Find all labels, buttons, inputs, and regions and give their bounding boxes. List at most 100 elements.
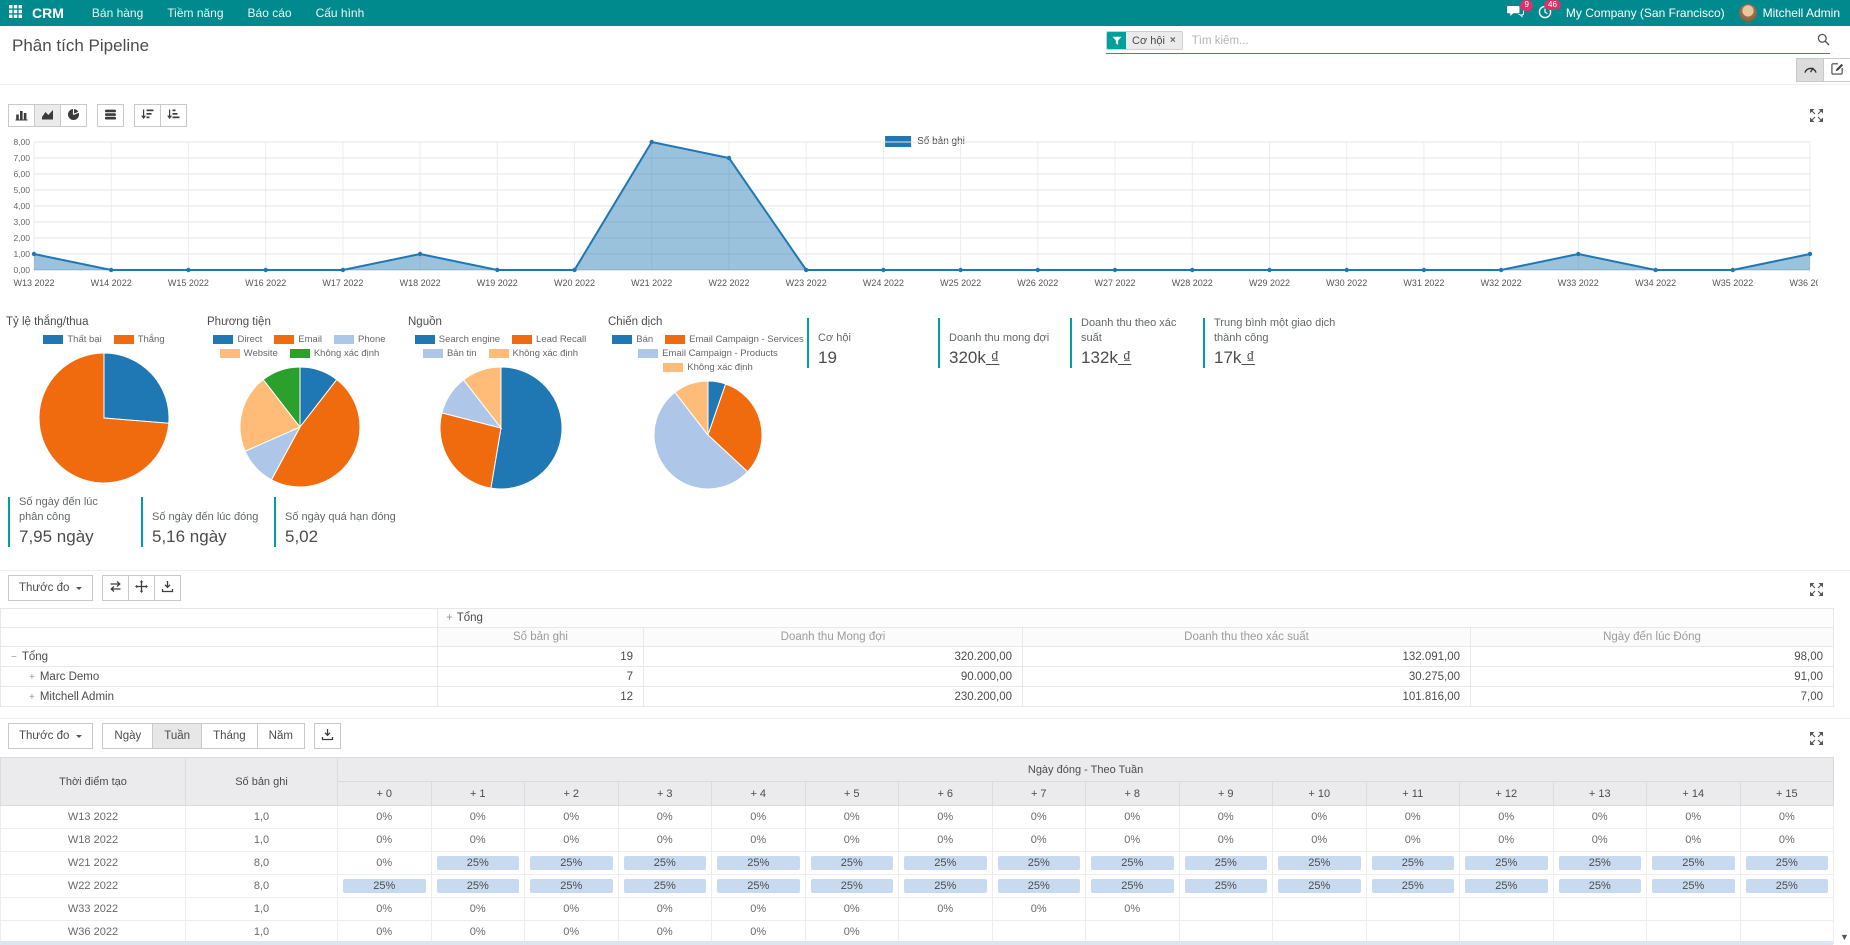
cohort-cell-highlight[interactable]: 25%: [1372, 879, 1455, 893]
sort-asc-button[interactable]: [160, 104, 187, 127]
cohort-cell-highlight[interactable]: 25%: [904, 879, 987, 893]
pivot-column-group-header[interactable]: +Tổng: [438, 609, 1834, 628]
sort-desc-button[interactable]: [134, 104, 161, 127]
legend-item[interactable]: Không xác định: [663, 362, 753, 373]
legend-item[interactable]: Thắng: [114, 334, 165, 345]
facet-close-icon[interactable]: ×: [1170, 35, 1176, 46]
pivot-measure-header-1[interactable]: Doanh thu Mong đợi: [644, 628, 1023, 647]
cohort-cell-highlight[interactable]: 25%: [437, 856, 520, 870]
scrollbar-down-arrow[interactable]: ▼: [1840, 932, 1849, 942]
activities-button[interactable]: 46: [1538, 5, 1552, 22]
row-expand-icon[interactable]: +: [29, 692, 35, 703]
apps-menu-button[interactable]: [0, 0, 30, 26]
cohort-row-label[interactable]: W13 2022: [1, 806, 186, 829]
cohort-cell-highlight[interactable]: 25%: [1652, 856, 1735, 870]
pivot-row-header[interactable]: −Tổng: [1, 647, 438, 667]
cohort-cell-highlight[interactable]: 25%: [1652, 879, 1735, 893]
cohort-cell-highlight[interactable]: 25%: [1091, 879, 1174, 893]
cohort-measures-button[interactable]: Thước đo: [8, 723, 93, 749]
cohort-download-button[interactable]: [314, 723, 341, 749]
legend-item[interactable]: Bản tin: [423, 348, 477, 359]
pie-chart-3[interactable]: [652, 379, 764, 491]
pivot-row-header[interactable]: +Mitchell Admin: [1, 687, 438, 707]
expand-all-button[interactable]: [128, 575, 155, 601]
search-input[interactable]: [1190, 34, 1817, 48]
cohort-range-tuần[interactable]: Tuần: [152, 723, 202, 749]
cohort-cell-highlight[interactable]: 25%: [1746, 856, 1829, 870]
cohort-cell-highlight[interactable]: 25%: [811, 879, 894, 893]
pie-chart-1[interactable]: [238, 365, 362, 489]
pivot-measures-button[interactable]: Thước đo: [8, 575, 93, 601]
stacked-button[interactable]: [97, 104, 124, 127]
row-expand-icon[interactable]: −: [11, 652, 17, 663]
cohort-cell-highlight[interactable]: 25%: [1559, 879, 1642, 893]
messages-button[interactable]: 9: [1507, 5, 1524, 21]
edit-dashboard-button[interactable]: [1823, 58, 1850, 82]
legend-item[interactable]: Email Campaign - Products: [638, 348, 778, 359]
cohort-cell-highlight[interactable]: 25%: [904, 856, 987, 870]
cohort-row-label[interactable]: W33 2022: [1, 898, 186, 921]
app-brand[interactable]: CRM: [32, 5, 64, 21]
legend-item[interactable]: Email: [274, 334, 322, 345]
cohort-cell-highlight[interactable]: 25%: [717, 856, 800, 870]
pivot-measure-header-0[interactable]: Số bản ghi: [438, 628, 644, 647]
pie-chart-button[interactable]: [60, 104, 87, 127]
cohort-cell-highlight[interactable]: 25%: [811, 856, 894, 870]
pie-chart-2[interactable]: [438, 365, 564, 491]
legend-item[interactable]: Direct: [213, 334, 262, 345]
cohort-cell-highlight[interactable]: 25%: [717, 879, 800, 893]
bar-chart-button[interactable]: [8, 104, 35, 127]
cohort-range-tháng[interactable]: Tháng: [201, 723, 258, 749]
nav-menu-item-1[interactable]: Tiềm năng: [155, 0, 235, 26]
cohort-row-label[interactable]: W21 2022: [1, 852, 186, 875]
nav-menu-item-3[interactable]: Cấu hình: [304, 0, 377, 26]
company-switcher[interactable]: My Company (San Francisco): [1566, 6, 1725, 20]
nav-menu-item-0[interactable]: Bán hàng: [80, 0, 155, 26]
pivot-measure-header-3[interactable]: Ngày đến lúc Đóng: [1471, 628, 1834, 647]
legend-item[interactable]: Bán: [612, 334, 653, 345]
cohort-cell-highlight[interactable]: 25%: [624, 879, 707, 893]
legend-item[interactable]: Lead Recall: [512, 334, 586, 345]
cohort-cell-highlight[interactable]: 25%: [998, 856, 1081, 870]
cohort-cell-highlight[interactable]: 25%: [624, 856, 707, 870]
search-icon[interactable]: [1817, 33, 1830, 49]
pie-chart-0[interactable]: [37, 351, 171, 485]
cohort-range-ngày[interactable]: Ngày: [102, 723, 153, 749]
legend-item[interactable]: Website: [220, 348, 278, 359]
cohort-cell-highlight[interactable]: 25%: [1465, 879, 1548, 893]
cohort-expand-button[interactable]: [1806, 728, 1826, 748]
pivot-measure-header-2[interactable]: Doanh thu theo xác suất: [1023, 628, 1471, 647]
cohort-cell-highlight[interactable]: 25%: [1372, 856, 1455, 870]
legend-item[interactable]: Không xác định: [489, 348, 579, 359]
cohort-cell-highlight[interactable]: 25%: [530, 856, 613, 870]
cohort-cell-highlight[interactable]: 25%: [1465, 856, 1548, 870]
cohort-cell-highlight[interactable]: 25%: [1278, 879, 1361, 893]
download-button[interactable]: [154, 575, 181, 601]
cohort-cell-highlight[interactable]: 25%: [1185, 856, 1268, 870]
line-chart-button[interactable]: [34, 104, 61, 127]
nav-menu-item-2[interactable]: Báo cáo: [236, 0, 304, 26]
cohort-row-label[interactable]: W18 2022: [1, 829, 186, 852]
user-menu[interactable]: Mitchell Admin: [1739, 4, 1840, 22]
cohort-cell-highlight[interactable]: 25%: [437, 879, 520, 893]
dashboard-view-button[interactable]: [1796, 58, 1824, 82]
cohort-cell-highlight[interactable]: 25%: [1278, 856, 1361, 870]
legend-item[interactable]: Search engine: [415, 334, 500, 345]
legend-item[interactable]: Không xác định: [290, 348, 380, 359]
graph-expand-button[interactable]: [1806, 105, 1826, 125]
cohort-cell-highlight[interactable]: 25%: [1185, 879, 1268, 893]
row-expand-icon[interactable]: +: [29, 672, 35, 683]
search-bar[interactable]: Cơ hội ×: [1106, 31, 1830, 54]
cohort-cell-highlight[interactable]: 25%: [998, 879, 1081, 893]
pivot-expand-button[interactable]: [1806, 579, 1826, 599]
cohort-row-label[interactable]: W22 2022: [1, 875, 186, 898]
cohort-cell-highlight[interactable]: 25%: [1091, 856, 1174, 870]
pivot-row-header[interactable]: +Marc Demo: [1, 667, 438, 687]
legend-item[interactable]: Email Campaign - Services: [665, 334, 804, 345]
flip-axis-button[interactable]: [102, 575, 129, 601]
cohort-cell-highlight[interactable]: 25%: [1746, 879, 1829, 893]
cohort-cell-highlight[interactable]: 25%: [1559, 856, 1642, 870]
legend-item[interactable]: Thất bại: [43, 334, 101, 345]
cohort-cell-highlight[interactable]: 25%: [530, 879, 613, 893]
cohort-cell-highlight[interactable]: 25%: [343, 879, 426, 893]
